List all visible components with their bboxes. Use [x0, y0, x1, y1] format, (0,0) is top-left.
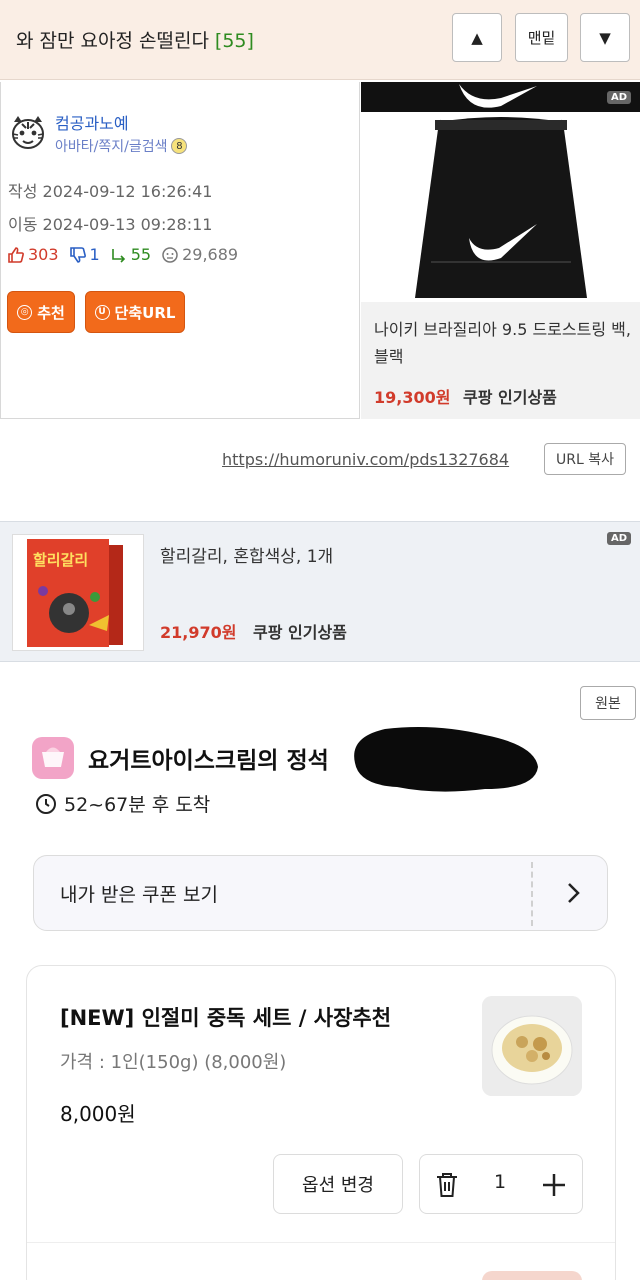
redacted-scribble — [354, 727, 538, 792]
nike-caption: 나이키 브라질리아 9.5 드로스트링 백, 블랙 19,300원 쿠팡 인기상… — [361, 302, 640, 419]
recommend-button[interactable]: ◎ 추천 — [7, 291, 75, 333]
reply-stat: 55 — [110, 245, 151, 264]
downvote-stat: 1 — [69, 245, 100, 264]
scroll-down-button[interactable]: ▼ — [580, 13, 630, 62]
halli-galli-image: 할리갈리 — [12, 534, 144, 651]
author-submenu[interactable]: 아바타/쪽지/글검색 8 — [55, 136, 188, 156]
post-title-text: 와 잠만 요아정 손떨린다 — [16, 30, 209, 52]
reply-stat-count: 55 — [130, 245, 152, 264]
reply-count: [55] — [214, 30, 254, 52]
downvote-count: 1 — [89, 245, 100, 264]
nike-swoosh-icon — [459, 84, 537, 108]
view-count: 29,689 — [182, 245, 239, 264]
trash-icon[interactable] — [434, 1171, 460, 1199]
nike-product-tag: 쿠팡 인기상품 — [463, 388, 557, 407]
view-stat: 29,689 — [161, 245, 238, 264]
ad-badge: AD — [607, 532, 632, 545]
drawstring-bag-icon — [415, 117, 587, 298]
moved-date: 이동 2024-09-13 09:28:11 — [8, 215, 213, 234]
chevron-right-icon — [568, 883, 580, 903]
author-submenu-links[interactable]: 아바타/쪽지/글검색 — [55, 136, 167, 156]
quantity-stepper: 1 — [419, 1154, 583, 1214]
shop-logo-icon — [32, 737, 74, 779]
halli-galli-ad[interactable]: 할리갈리 AD 할리갈리, 혼합색상, 1개 21,970원 쿠팡 인기상품 — [0, 521, 640, 662]
item-name: [NEW] 인절미 중독 세트 / 사장추천 — [60, 1006, 392, 1030]
card-divider — [27, 1242, 615, 1243]
post-title-bar: 와 잠만 요아정 손떨린다 [55] ▲ 맨밑 ▼ — [0, 0, 640, 80]
halli-box-title: 할리갈리 — [33, 551, 88, 569]
triangle-up-icon: ▲ — [471, 28, 483, 47]
nike-product-price: 19,300원 — [374, 388, 451, 407]
option-change-button[interactable]: 옵션 변경 — [273, 1154, 403, 1214]
recommend-circle-icon: ◎ — [17, 304, 33, 320]
item-option: 가격 : 1인(150g) (8,000원) — [60, 1052, 287, 1073]
board-game-box-icon: 할리갈리 — [27, 539, 123, 647]
post-title: 와 잠만 요아정 손떨린다 [55] — [16, 26, 254, 53]
delivery-eta-text: 52~67분 후 도착 — [64, 794, 211, 816]
clock-icon — [36, 793, 56, 814]
next-item-photo — [482, 1271, 582, 1280]
shop-logo-art — [42, 747, 64, 767]
order-item-card: [NEW] 인절미 중독 세트 / 사장추천 가격 : 1인(150g) (8,… — [26, 965, 616, 1280]
reply-arrow-icon — [111, 248, 125, 263]
yogurt-bowl-image — [482, 996, 582, 1096]
nike-bag-image — [361, 112, 640, 302]
post-stats: 303 1 55 29,689 — [7, 245, 238, 264]
upvote-stat: 303 — [7, 245, 59, 264]
thumbs-up-icon — [8, 246, 24, 263]
tiger-avatar-icon[interactable] — [8, 112, 48, 152]
quantity-value: 1 — [494, 1171, 507, 1193]
view-face-icon — [162, 246, 178, 263]
upvote-count: 303 — [28, 245, 59, 264]
shop-name: 요거트아이스크림의 정석 — [88, 748, 329, 774]
level-badge-icon: 8 — [171, 138, 188, 154]
url-row: https://humoruniv.com/pds1327684 URL 복사 — [0, 436, 640, 486]
item-photo — [482, 996, 582, 1096]
halli-product-tag: 쿠팡 인기상품 — [253, 623, 347, 642]
scroll-bottom-button[interactable]: 맨밑 — [515, 13, 568, 62]
original-image-button[interactable]: 원본 — [580, 686, 636, 720]
short-url-circle-icon: U — [94, 304, 110, 320]
item-price: 8,000원 — [60, 1102, 136, 1126]
plus-icon[interactable] — [540, 1171, 568, 1199]
recommend-label: 추천 — [37, 303, 65, 322]
nike-banner-strip — [361, 82, 640, 112]
url-copy-button[interactable]: URL 복사 — [544, 443, 626, 475]
author-card: 컴공과노예 아바타/쪽지/글검색 8 작성 2024-09-12 16:26:4… — [0, 82, 360, 419]
halli-product-price: 21,970원 — [160, 623, 237, 642]
created-date: 작성 2024-09-12 16:26:41 — [8, 182, 213, 201]
short-url-button[interactable]: U 단축URL — [85, 291, 185, 333]
short-url-label: 단축URL — [114, 303, 176, 322]
delivery-eta: 52~67분 후 도착 — [35, 790, 210, 817]
author-nickname[interactable]: 컴공과노예 — [55, 110, 129, 134]
thumbs-down-icon — [69, 246, 86, 263]
coupon-label: 내가 받은 쿠폰 보기 — [60, 884, 218, 906]
triangle-down-icon: ▼ — [599, 28, 611, 47]
ad-badge: AD — [607, 91, 632, 104]
coupon-divider — [531, 862, 533, 926]
nike-product-name[interactable]: 나이키 브라질리아 9.5 드로스트링 백, 블랙 — [374, 316, 632, 370]
nike-product-ad[interactable]: AD 나이키 브라질리아 9.5 드로스트링 백, 블랙 19,300원 쿠팡 … — [361, 82, 640, 419]
scroll-up-button[interactable]: ▲ — [452, 13, 502, 62]
halli-product-name[interactable]: 할리갈리, 혼합색상, 1개 — [160, 542, 333, 567]
post-url-link[interactable]: https://humoruniv.com/pds1327684 — [222, 450, 509, 469]
coupon-view-button[interactable]: 내가 받은 쿠폰 보기 — [33, 855, 608, 931]
